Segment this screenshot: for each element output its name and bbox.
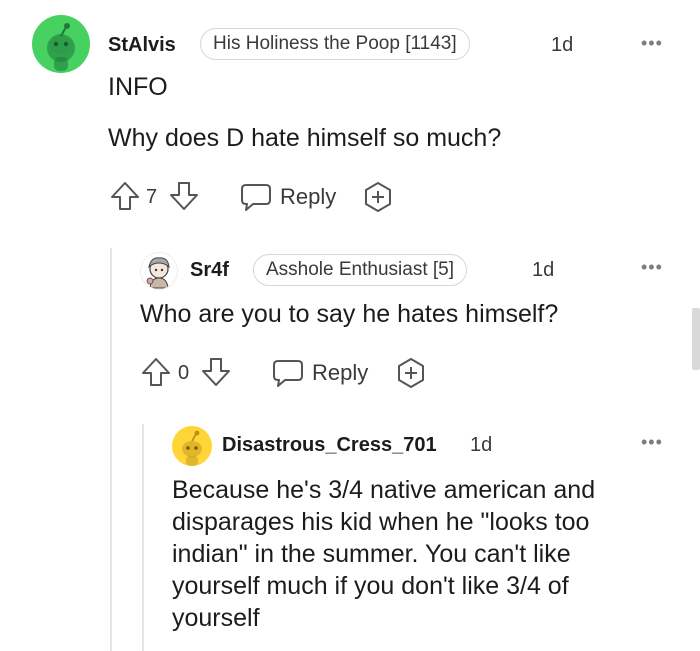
comment-text: Why does D hate himself so much? <box>108 122 501 154</box>
reply-button[interactable]: Reply <box>272 356 372 390</box>
user-flair: Asshole Enthusiast [5] <box>253 254 467 286</box>
snoo-avatar-icon <box>182 430 202 466</box>
comment-text: Because he's 3/4 native american and dis… <box>172 474 595 634</box>
upvote-icon[interactable] <box>140 356 172 388</box>
downvote-icon[interactable] <box>200 356 232 388</box>
avatar[interactable] <box>32 15 90 73</box>
user-avatar-icon <box>146 257 170 289</box>
comment-line: INFO <box>108 73 168 101</box>
comment-line: disparages his kid when he "looks too <box>172 508 590 536</box>
scrollbar-thumb[interactable] <box>692 308 700 370</box>
comment-line: Who are you to say he hates himself? <box>140 300 559 328</box>
comment-text: INFO <box>108 71 168 103</box>
award-icon[interactable] <box>362 181 394 213</box>
vote-count: 0 <box>178 362 190 384</box>
username[interactable]: Disastrous_Cress_701 <box>222 434 437 457</box>
avatar[interactable] <box>140 252 178 290</box>
username[interactable]: StAlvis <box>108 34 176 57</box>
reply-label: Reply <box>312 360 369 385</box>
username[interactable]: Sr4f <box>190 259 229 282</box>
more-options-icon[interactable]: ••• <box>641 258 663 276</box>
comment-bubble-icon <box>273 360 303 387</box>
comment-age: 1d <box>470 434 493 456</box>
snoo-avatar-icon <box>47 23 75 71</box>
reply-label: Reply <box>280 184 337 209</box>
comment-line: Because he's 3/4 native american and <box>172 476 596 504</box>
comment-bubble-icon <box>241 184 271 211</box>
comment-line: indian" in the summer. You can't like <box>172 540 571 568</box>
comment-text: Who are you to say he hates himself? <box>140 298 558 330</box>
thread-line[interactable] <box>142 424 144 651</box>
avatar[interactable] <box>172 426 212 466</box>
reply-button[interactable]: Reply <box>240 180 340 214</box>
comment-age: 1d <box>551 34 574 56</box>
comment-line: yourself much if you don't like 3/4 of <box>172 572 569 600</box>
comment-line: Why does D hate himself so much? <box>108 124 502 152</box>
upvote-icon[interactable] <box>109 180 141 212</box>
award-icon[interactable] <box>395 357 427 389</box>
comment-line: yourself <box>172 604 260 632</box>
thread-line[interactable] <box>110 248 112 651</box>
more-options-icon[interactable]: ••• <box>641 34 663 52</box>
downvote-icon[interactable] <box>168 180 200 212</box>
user-flair: His Holiness the Poop [1143] <box>200 28 470 60</box>
more-options-icon[interactable]: ••• <box>641 433 663 451</box>
comment-age: 1d <box>532 259 555 281</box>
vote-count: 7 <box>146 186 158 208</box>
